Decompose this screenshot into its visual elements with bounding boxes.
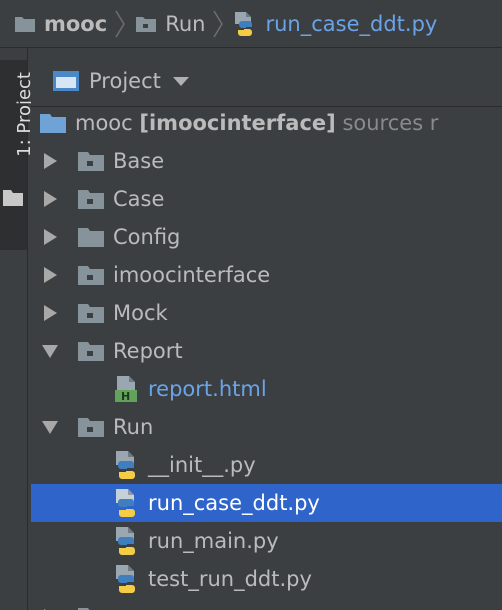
tree-item-report-html[interactable]: H report.html	[31, 370, 502, 408]
tree-item-init-py[interactable]: __init__.py	[31, 446, 502, 484]
breadcrumb-item-mooc[interactable]: mooc	[14, 12, 107, 36]
python-file-icon	[235, 11, 253, 36]
tree-item-report[interactable]: Report	[31, 332, 502, 370]
folder-icon	[136, 16, 157, 32]
root-module: [imoocinterface]	[139, 111, 336, 135]
tree-item-label: Case	[113, 187, 165, 211]
html-file-icon: H	[115, 376, 137, 403]
folder-icon	[78, 228, 104, 247]
root-name: mooc	[75, 111, 133, 135]
tree-item-label: Mock	[113, 301, 168, 325]
tree-item-run-main-py[interactable]: run_main.py	[31, 522, 502, 560]
tree-item-test-run-ddt-py[interactable]: test_run_ddt.py	[31, 560, 502, 598]
tree-item-label: __init__.py	[148, 453, 256, 477]
root-suffix: sources r	[342, 111, 439, 135]
chevron-down-icon[interactable]	[172, 76, 189, 86]
tree-item-label: imoocinterface	[113, 263, 271, 287]
breadcrumb-separator-icon	[213, 10, 224, 37]
breadcrumb-label: mooc	[44, 11, 108, 36]
svg-text:H: H	[121, 390, 130, 403]
breadcrumb-item-run[interactable]: Run	[135, 12, 205, 36]
project-panel-title: Project	[89, 69, 161, 93]
python-file-icon	[116, 527, 135, 555]
chevron-down-icon[interactable]	[41, 418, 59, 436]
chevron-right-icon[interactable]	[41, 304, 59, 322]
folder-icon	[78, 608, 90, 610]
left-tool-strip: 1: Project	[0, 48, 35, 610]
tree-item-case[interactable]: Case	[31, 180, 502, 218]
project-panel: Project mooc [imoocinterface] sources r …	[31, 48, 502, 610]
chevron-right-icon[interactable]	[41, 266, 59, 284]
package-folder-icon	[78, 304, 104, 323]
tree-item-root[interactable]: mooc [imoocinterface] sources r	[31, 104, 502, 142]
tree-item-config[interactable]: Config	[31, 218, 502, 256]
breadcrumb-separator-icon	[115, 10, 126, 37]
python-file-icon	[116, 489, 135, 517]
python-file-icon	[116, 451, 135, 479]
project-panel-header[interactable]: Project	[31, 62, 502, 100]
tree-item-label: Config	[113, 225, 181, 249]
project-window-icon	[53, 71, 79, 91]
tree-item-label: report.html	[148, 377, 267, 401]
tree-item-run-case-ddt-py[interactable]: run_case_ddt.py	[31, 484, 502, 522]
package-folder-icon	[78, 190, 104, 209]
chevron-right-icon[interactable]	[41, 190, 59, 208]
package-folder-icon	[78, 266, 104, 285]
breadcrumb-label: Run	[165, 11, 206, 36]
project-tool-tab[interactable]: 1: Project	[0, 60, 35, 250]
breadcrumb: mooc Run run_case_ddt.py	[0, 0, 502, 48]
module-folder-icon	[40, 114, 66, 133]
tree-item-imoocinterface[interactable]: imoocinterface	[31, 256, 502, 294]
breadcrumb-item-file[interactable]: run_case_ddt.py	[233, 11, 437, 37]
tree-item-partial[interactable]	[31, 598, 502, 610]
tree-item-label: Report	[113, 339, 183, 363]
chevron-down-icon[interactable]	[41, 342, 59, 360]
tree-item-mock[interactable]: Mock	[31, 294, 502, 332]
tree-item-label: Run	[113, 415, 154, 439]
chevron-right-icon[interactable]	[41, 228, 59, 246]
package-folder-icon	[78, 152, 104, 171]
tree-item-run[interactable]: Run	[31, 408, 502, 446]
tree-item-label: test_run_ddt.py	[148, 567, 312, 591]
python-file-icon	[116, 565, 135, 593]
chevron-right-icon[interactable]	[41, 152, 59, 170]
folder-icon	[3, 190, 23, 206]
package-folder-icon	[78, 342, 104, 361]
tree-item-label: Base	[113, 149, 165, 173]
folder-icon	[15, 16, 35, 32]
tree-item-base[interactable]: Base	[31, 142, 502, 180]
package-folder-icon	[78, 418, 104, 437]
tree-item-label: run_case_ddt.py	[148, 491, 320, 515]
breadcrumb-label: run_case_ddt.py	[265, 11, 438, 36]
tree-item-label: run_main.py	[148, 529, 279, 553]
tree-item-label: mooc [imoocinterface] sources r	[75, 111, 438, 135]
